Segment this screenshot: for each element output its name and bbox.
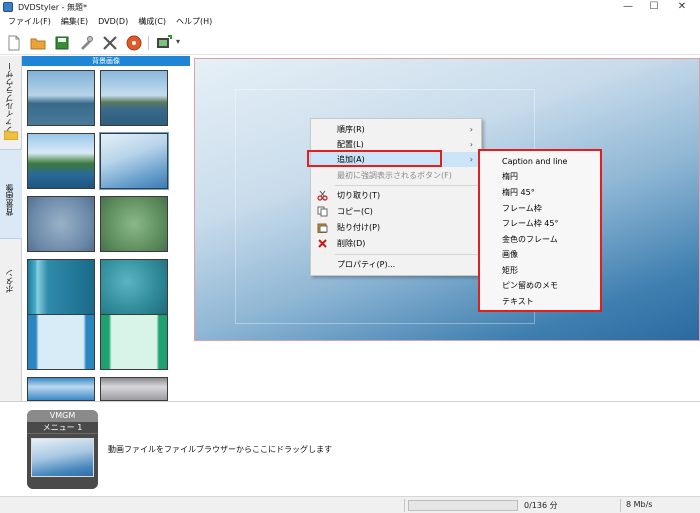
paste-icon bbox=[317, 223, 328, 233]
menu-config[interactable]: 構成(C) bbox=[138, 14, 166, 30]
context-menu-cut-label: 切り取り(T) bbox=[337, 191, 381, 200]
context-menu-properties-label: プロパティ(P)... bbox=[337, 260, 396, 269]
tab-buttons-label: ボタン bbox=[5, 269, 14, 293]
bitrate-status: 8 Mb/s bbox=[626, 500, 653, 509]
menu-file[interactable]: ファイル(F) bbox=[8, 14, 51, 30]
context-menu-paste[interactable]: 貼り付け(P) bbox=[311, 220, 481, 235]
submenu-ellipse-45[interactable]: 楕円 45° bbox=[502, 185, 602, 200]
panel-header: 背景画像 bbox=[22, 56, 190, 66]
background-thumbnail-panel: 背景画像 ▲ ▼ bbox=[22, 56, 210, 401]
add-item-highlight-box bbox=[307, 150, 442, 167]
vmgm-label: VMGM bbox=[27, 410, 98, 422]
burn-disc-icon[interactable] bbox=[126, 35, 142, 51]
toolbar-separator bbox=[148, 36, 149, 50]
background-thumbnail-selected[interactable] bbox=[99, 132, 169, 190]
background-thumbnail[interactable] bbox=[100, 314, 168, 370]
background-thumbnail[interactable] bbox=[27, 70, 95, 126]
submenu-image[interactable]: 画像 bbox=[502, 247, 602, 262]
status-divider bbox=[404, 499, 405, 512]
context-menu-copy-label: コピー(C) bbox=[337, 207, 373, 216]
copy-icon bbox=[317, 206, 328, 217]
menu-dvd[interactable]: DVD(D) bbox=[98, 14, 128, 30]
context-menu: 順序(R) › 配置(L) › 追加(A) › 最初に強調表示されるボタン(F)… bbox=[310, 118, 482, 276]
disc-usage-progress bbox=[408, 500, 518, 511]
context-menu-first-highlighted: 最初に強調表示されるボタン(F) bbox=[311, 168, 481, 183]
tools-icon[interactable] bbox=[102, 35, 118, 51]
side-tabs: ファイルブラウザー 背景画像 ボタン bbox=[0, 56, 22, 401]
dropdown-arrow-icon[interactable]: ▾ bbox=[176, 37, 192, 53]
submenu-arrow-icon: › bbox=[469, 125, 473, 134]
background-thumbnail[interactable] bbox=[27, 196, 95, 252]
toolbar: ▾ bbox=[0, 31, 700, 55]
new-file-icon[interactable] bbox=[6, 35, 22, 51]
context-menu-cut[interactable]: 切り取り(T) bbox=[311, 188, 481, 203]
scissors-icon bbox=[317, 190, 328, 201]
context-menu-order-label: 順序(R) bbox=[337, 125, 365, 134]
context-menu-delete-label: 削除(D) bbox=[337, 239, 366, 248]
submenu-frame[interactable]: フレーム枠 bbox=[502, 201, 602, 216]
app-icon bbox=[3, 2, 13, 12]
context-menu-paste-label: 貼り付け(P) bbox=[337, 223, 381, 232]
title-bar: DVDStyler - 無題* — ☐ ✕ bbox=[0, 0, 700, 14]
background-thumbnail[interactable] bbox=[100, 259, 168, 315]
submenu-rectangle[interactable]: 矩形 bbox=[502, 263, 602, 278]
add-video-icon[interactable] bbox=[156, 35, 172, 51]
minimize-button[interactable]: — bbox=[614, 0, 642, 14]
background-thumbnail[interactable] bbox=[100, 70, 168, 126]
titleset-area: VMGM メニュー 1 動画ファイルをファイルブラウザーからここにドラッグします bbox=[0, 401, 700, 496]
submenu-arrow-icon: › bbox=[469, 140, 473, 149]
drag-hint-text: 動画ファイルをファイルブラウザーからここにドラッグします bbox=[108, 445, 332, 454]
settings-icon[interactable] bbox=[78, 35, 94, 51]
background-thumbnail[interactable] bbox=[100, 196, 168, 252]
submenu-gold-frame[interactable]: 金色のフレーム bbox=[502, 232, 602, 247]
background-thumbnail[interactable] bbox=[27, 377, 95, 401]
menu-label: メニュー 1 bbox=[27, 422, 98, 434]
window-title: DVDStyler - 無題* bbox=[18, 3, 88, 12]
background-thumbnail[interactable] bbox=[27, 259, 95, 315]
menu-bar: ファイル(F) 編集(E) DVD(D) 構成(C) ヘルプ(H) bbox=[0, 14, 700, 30]
tab-backgrounds[interactable]: 背景画像 bbox=[0, 149, 22, 239]
status-divider bbox=[620, 499, 621, 512]
submenu-ellipse[interactable]: 楕円 bbox=[502, 169, 602, 184]
submenu-frame-45[interactable]: フレーム枠 45° bbox=[502, 216, 602, 231]
menu-thumbnail bbox=[31, 438, 94, 477]
status-bar: 0/136 分 8 Mb/s bbox=[0, 496, 700, 513]
context-menu-first-highlighted-label: 最初に強調表示されるボタン(F) bbox=[337, 171, 452, 180]
tab-buttons[interactable]: ボタン bbox=[0, 261, 22, 321]
background-thumbnail[interactable] bbox=[100, 377, 168, 401]
submenu-pinned-note[interactable]: ピン留めのメモ bbox=[502, 278, 602, 293]
menu-help[interactable]: ヘルプ(H) bbox=[176, 14, 212, 30]
vmgm-menu-card[interactable]: VMGM メニュー 1 bbox=[27, 410, 98, 489]
duration-status: 0/136 分 bbox=[524, 501, 558, 510]
add-submenu: Caption and line 楕円 楕円 45° フレーム枠 フレーム枠 4… bbox=[478, 149, 602, 312]
context-menu-delete[interactable]: 削除(D) bbox=[311, 236, 481, 251]
context-menu-align-label: 配置(L) bbox=[337, 140, 364, 149]
delete-icon bbox=[318, 239, 327, 248]
context-menu-copy[interactable]: コピー(C) bbox=[311, 204, 481, 219]
context-menu-order[interactable]: 順序(R) › bbox=[311, 122, 481, 137]
background-thumbnail[interactable] bbox=[27, 314, 95, 370]
tab-file-browser-label: ファイルブラウザー bbox=[5, 62, 14, 134]
folder-icon bbox=[0, 128, 22, 142]
save-icon[interactable] bbox=[54, 35, 70, 51]
menu-edit[interactable]: 編集(E) bbox=[61, 14, 88, 30]
maximize-button[interactable]: ☐ bbox=[640, 0, 668, 14]
background-thumbnail[interactable] bbox=[27, 133, 95, 189]
tab-backgrounds-label: 背景画像 bbox=[5, 184, 14, 216]
open-folder-icon[interactable] bbox=[30, 35, 46, 51]
context-menu-properties[interactable]: プロパティ(P)... bbox=[311, 257, 481, 272]
submenu-text[interactable]: テキスト bbox=[502, 294, 602, 309]
close-button[interactable]: ✕ bbox=[668, 0, 696, 14]
menu-separator bbox=[335, 185, 479, 186]
submenu-arrow-icon: › bbox=[469, 155, 473, 164]
menu-separator bbox=[335, 254, 479, 255]
submenu-caption-and-line[interactable]: Caption and line bbox=[502, 154, 602, 169]
